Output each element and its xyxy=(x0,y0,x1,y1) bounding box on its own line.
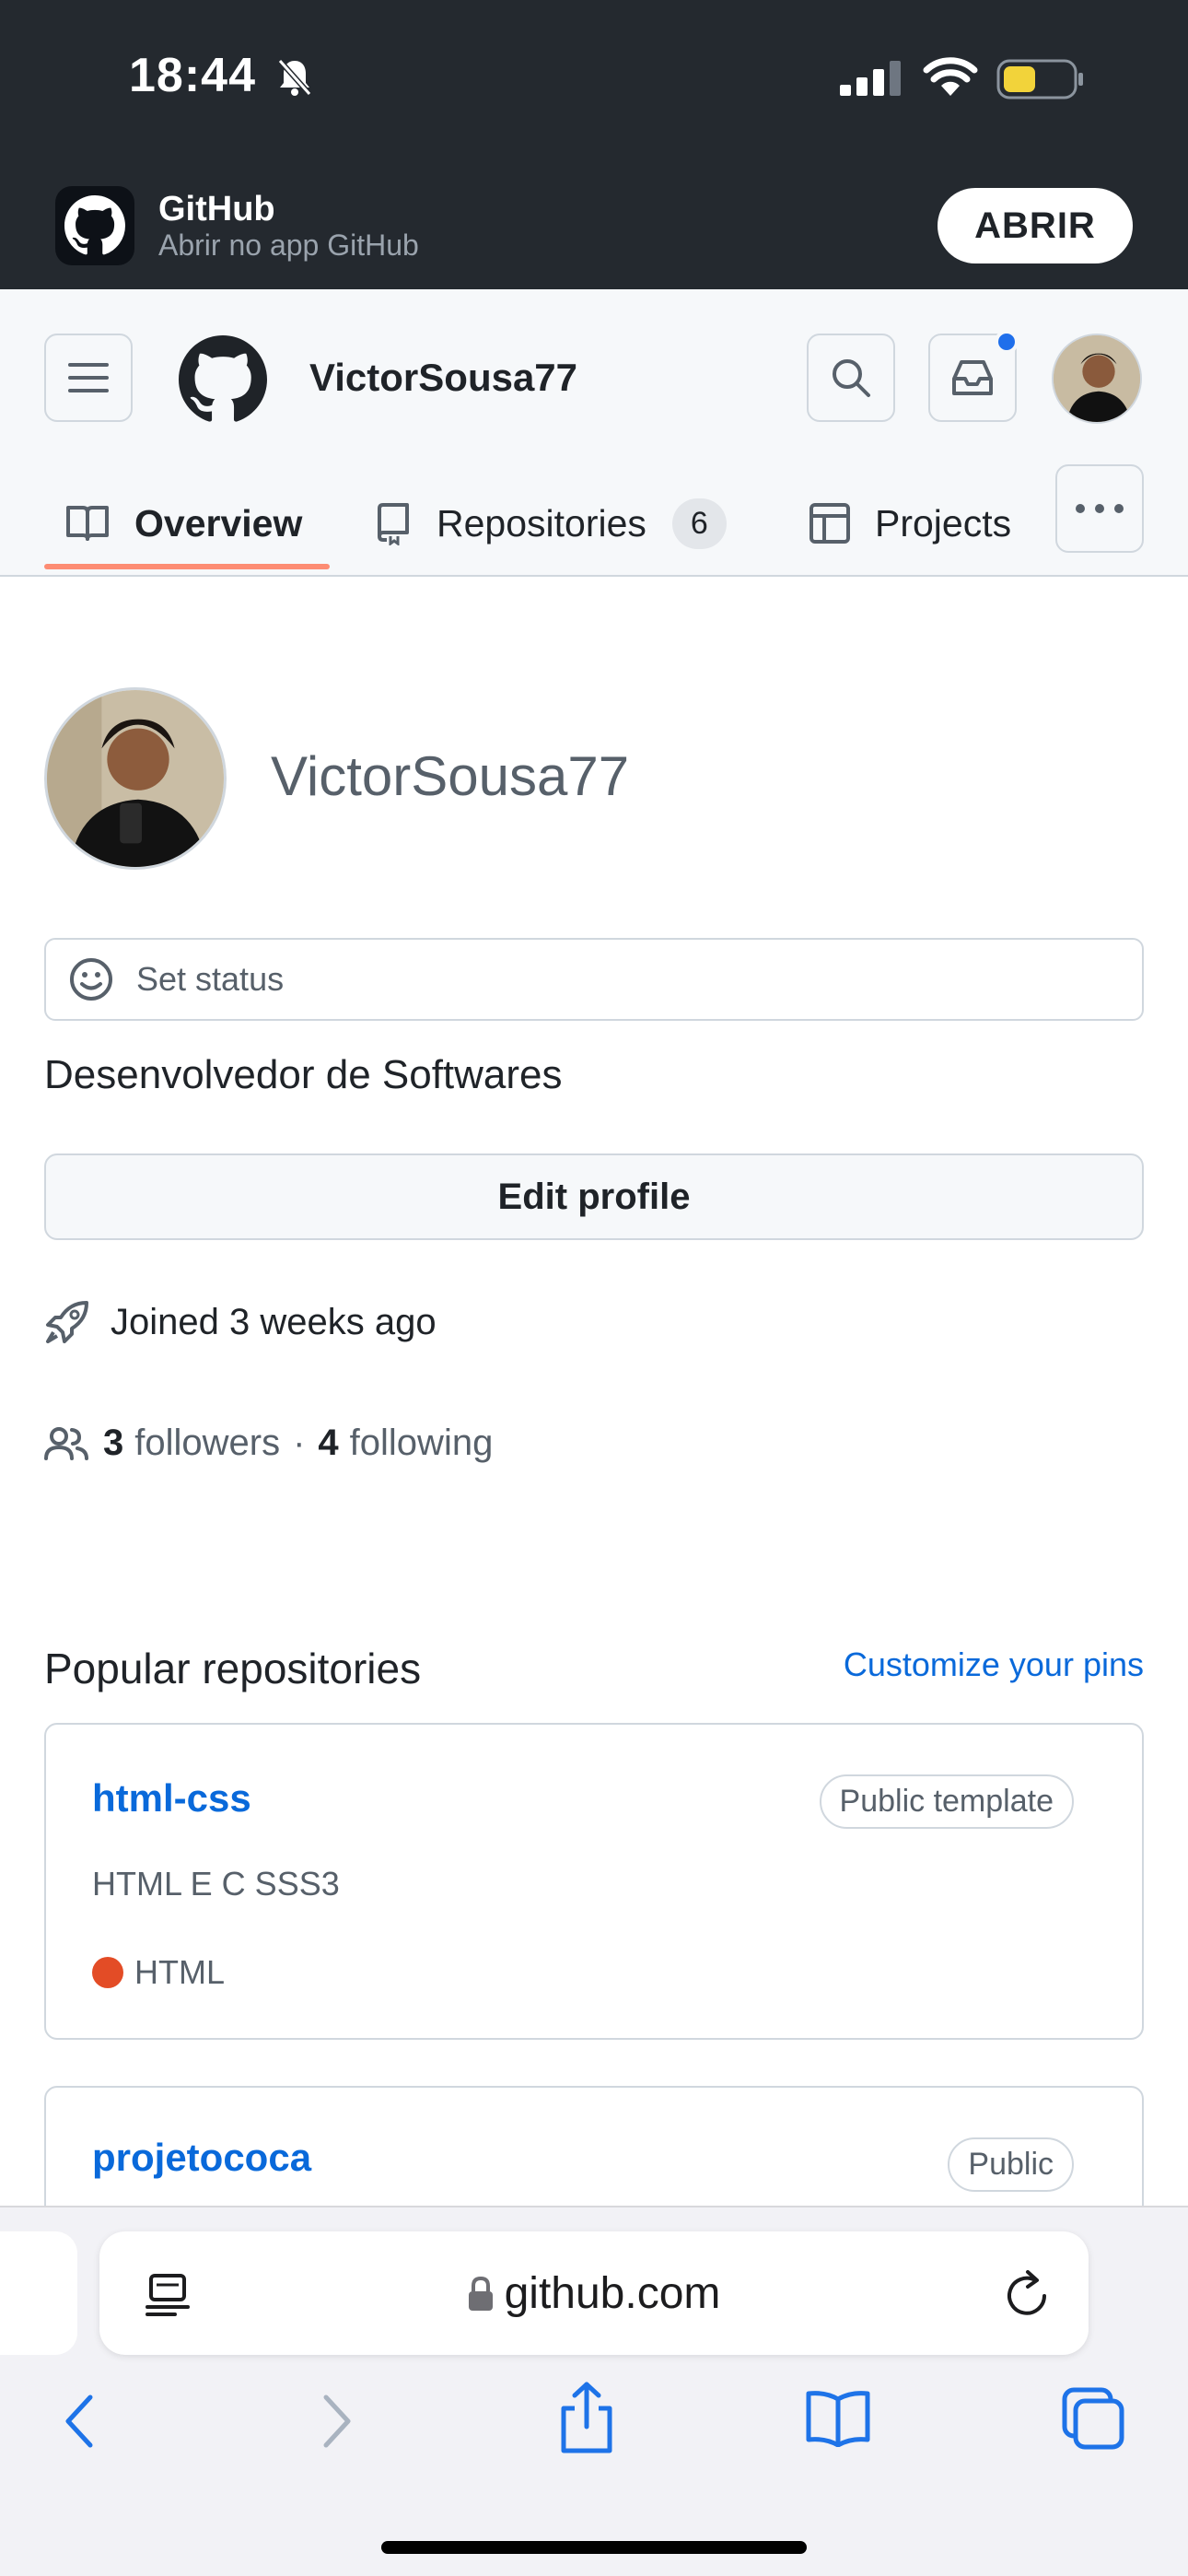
repo-name-link[interactable]: projetococa xyxy=(92,2136,311,2180)
wifi-icon xyxy=(923,57,978,96)
profile-username: VictorSousa77 xyxy=(271,745,630,807)
profile-avatar[interactable] xyxy=(44,687,227,870)
silent-bell-icon xyxy=(277,59,312,96)
menu-button[interactable] xyxy=(44,334,133,422)
rocket-icon xyxy=(46,1301,88,1343)
status-and-app-banner: 18:44 GitHub Abrir no app GitHub ABRIR xyxy=(0,0,1188,289)
tabs-icon[interactable] xyxy=(1061,2386,1125,2451)
follow-stats: 3 followers · 4 following xyxy=(44,1423,493,1464)
inbox-icon xyxy=(952,360,993,395)
github-app-icon xyxy=(55,186,134,265)
joined-text: Joined 3 weeks ago xyxy=(111,1301,437,1342)
header-avatar[interactable] xyxy=(1052,334,1142,424)
github-header: VictorSousa77 Overview Repositories 6 Pr… xyxy=(0,289,1188,577)
url-text: github.com xyxy=(504,2269,721,2318)
hamburger-icon xyxy=(68,363,109,392)
url-display[interactable]: github.com xyxy=(99,2268,1089,2319)
previous-tab-preview[interactable] xyxy=(0,2231,77,2355)
repo-icon xyxy=(378,503,409,545)
follow-separator: · xyxy=(293,1423,306,1463)
tab-overview-label: Overview xyxy=(134,501,303,544)
battery-icon xyxy=(996,59,1083,100)
banner-subtitle: Abrir no app GitHub xyxy=(158,228,419,262)
back-icon[interactable] xyxy=(61,2392,98,2451)
joined-info: Joined 3 weeks ago xyxy=(44,1299,437,1345)
people-icon xyxy=(44,1426,88,1460)
search-icon xyxy=(833,359,870,397)
followers-label: followers xyxy=(134,1423,281,1463)
repo-visibility-badge: Public template xyxy=(819,1774,1074,1829)
home-indicator xyxy=(381,2541,807,2554)
repo-language-label: HTML xyxy=(134,1953,225,1991)
repo-description: HTML E C SSS3 xyxy=(92,1865,340,1903)
followers-count: 3 xyxy=(103,1423,124,1463)
forward-icon[interactable] xyxy=(319,2392,355,2451)
following-label: following xyxy=(349,1423,494,1463)
following-count: 4 xyxy=(318,1423,339,1463)
smiley-icon xyxy=(70,958,112,1001)
followers-link[interactable]: 3 followers xyxy=(103,1423,280,1464)
status-time: 18:44 xyxy=(129,49,256,102)
tab-repositories-label: Repositories xyxy=(437,501,646,544)
customize-pins-link[interactable]: Customize your pins xyxy=(844,1645,1144,1684)
set-status-button[interactable]: Set status xyxy=(44,938,1144,1021)
repo-name-link[interactable]: html-css xyxy=(92,1776,251,1821)
book-icon xyxy=(66,506,109,541)
notification-dot xyxy=(995,330,1019,354)
repo-visibility-badge: Public xyxy=(948,2137,1074,2192)
set-status-label: Set status xyxy=(136,960,285,998)
active-tab-underline xyxy=(44,564,330,569)
open-app-button[interactable]: ABRIR xyxy=(938,188,1133,263)
edit-profile-button[interactable]: Edit profile xyxy=(44,1153,1144,1240)
repo-language: HTML xyxy=(92,1953,225,1992)
popular-repositories-heading: Popular repositories xyxy=(44,1645,422,1692)
repositories-count-badge: 6 xyxy=(671,498,727,549)
repo-card: html-css Public template HTML E C SSS3 H… xyxy=(44,1723,1144,2040)
github-logo-icon[interactable] xyxy=(179,335,267,424)
reload-icon[interactable] xyxy=(1004,2268,1052,2318)
lock-icon xyxy=(468,2276,493,2311)
tab-overview[interactable]: Overview xyxy=(64,477,302,569)
address-bar[interactable]: github.com xyxy=(99,2231,1089,2355)
share-icon[interactable] xyxy=(558,2381,615,2454)
language-color-dot xyxy=(92,1957,123,1988)
bookmarks-icon[interactable] xyxy=(805,2388,871,2447)
header-username[interactable]: VictorSousa77 xyxy=(309,356,577,400)
more-tabs-button[interactable] xyxy=(1055,464,1144,553)
banner-title: GitHub xyxy=(158,190,275,228)
profile-bio: Desenvolvedor de Softwares xyxy=(44,1052,563,1097)
search-button[interactable] xyxy=(807,334,895,422)
kebab-horizontal-icon xyxy=(1076,504,1124,513)
browser-toolbar: github.com xyxy=(0,2206,1188,2576)
tab-projects-label: Projects xyxy=(875,501,1012,544)
tab-repositories[interactable]: Repositories 6 xyxy=(376,477,727,569)
project-table-icon xyxy=(809,503,850,544)
following-link[interactable]: 4 following xyxy=(318,1423,493,1464)
cellular-signal-icon xyxy=(840,61,901,96)
tab-projects[interactable]: Projects xyxy=(809,477,1011,569)
